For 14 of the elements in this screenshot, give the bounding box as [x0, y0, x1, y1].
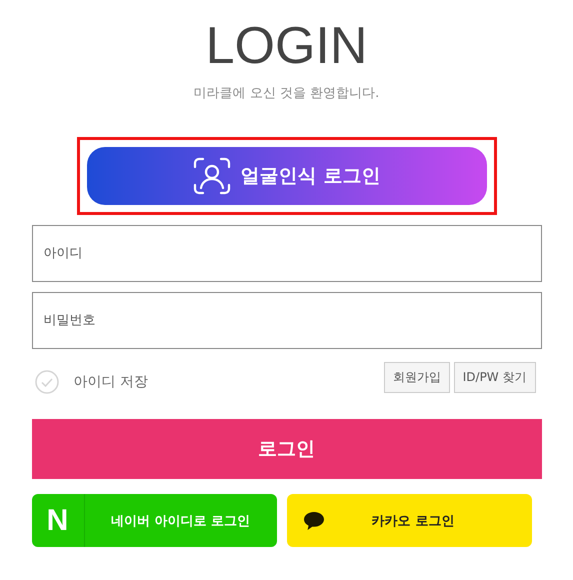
naver-logo: N [32, 494, 84, 547]
input-field[interactable]: 비밀번호 [32, 292, 542, 349]
account-link-button[interactable]: 회원가입 [384, 362, 450, 392]
remember-id-label: 아이디 저장 [74, 373, 148, 391]
speech-bubble-icon [302, 510, 324, 530]
account-link-button[interactable]: ID/PW 찾기 [454, 362, 536, 392]
face-scan-icon [192, 157, 231, 195]
input-field[interactable]: 아이디 [32, 225, 542, 282]
login-button[interactable]: 로그인 [32, 419, 542, 479]
welcome-text: 미라클에 오신 것을 환영합니다. [194, 85, 380, 102]
checkbox[interactable] [34, 370, 58, 394]
page-title: LOGIN [206, 16, 368, 77]
kakao-login-button[interactable]: 카카오 로그인 [286, 494, 532, 547]
face-login-button[interactable]: 얼굴인식 로그인 [86, 147, 486, 205]
